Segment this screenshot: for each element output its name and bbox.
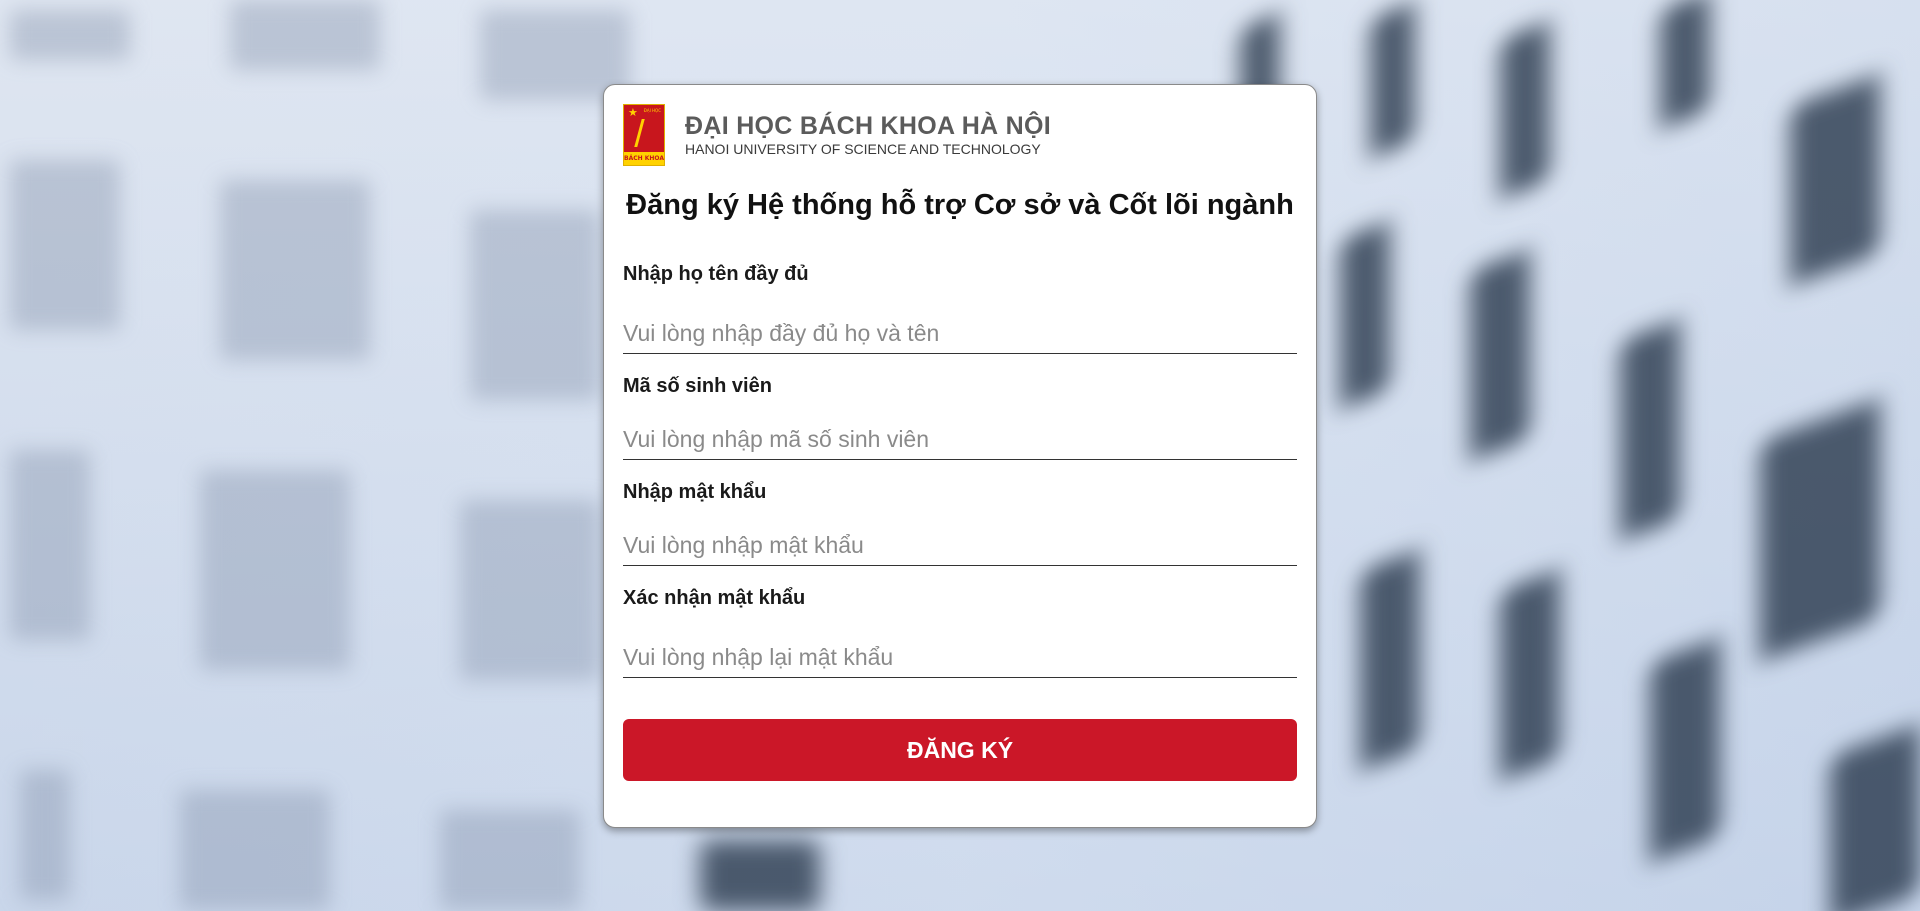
confirm-password-input[interactable] [623, 638, 1297, 678]
logo-small-text: ĐẠI HỌC [643, 108, 661, 113]
logo-label: BÁCH KHOA [624, 152, 664, 165]
register-card: ★ ĐẠI HỌC BÁCH KHOA ĐẠI HỌC BÁCH KHOA HÀ… [603, 84, 1317, 828]
confirm-password-label: Xác nhận mật khẩu [623, 587, 806, 609]
password-label: Nhập mật khẩu [623, 481, 767, 503]
form-title: Đăng ký Hệ thống hỗ trợ Cơ sở và Cốt lõi… [626, 189, 1294, 221]
brand-title: ĐẠI HỌC BÁCH KHOA HÀ NỘI [685, 112, 1051, 140]
fullname-input[interactable] [623, 314, 1297, 354]
student-id-input[interactable] [623, 420, 1297, 460]
student-id-label: Mã số sinh viên [623, 375, 772, 397]
fullname-label: Nhập họ tên đầy đủ [623, 263, 809, 285]
register-button[interactable]: ĐĂNG KÝ [623, 719, 1297, 781]
star-icon: ★ [628, 107, 638, 119]
brand-subtitle: HANOI UNIVERSITY OF SCIENCE AND TECHNOLO… [685, 141, 1041, 157]
password-input[interactable] [623, 526, 1297, 566]
brand-text: ĐẠI HỌC BÁCH KHOA HÀ NỘI HANOI UNIVERSIT… [685, 112, 1051, 158]
torch-icon [634, 119, 659, 147]
brand-header: ★ ĐẠI HỌC BÁCH KHOA ĐẠI HỌC BÁCH KHOA HÀ… [623, 104, 1051, 166]
university-logo: ★ ĐẠI HỌC BÁCH KHOA [623, 104, 665, 166]
